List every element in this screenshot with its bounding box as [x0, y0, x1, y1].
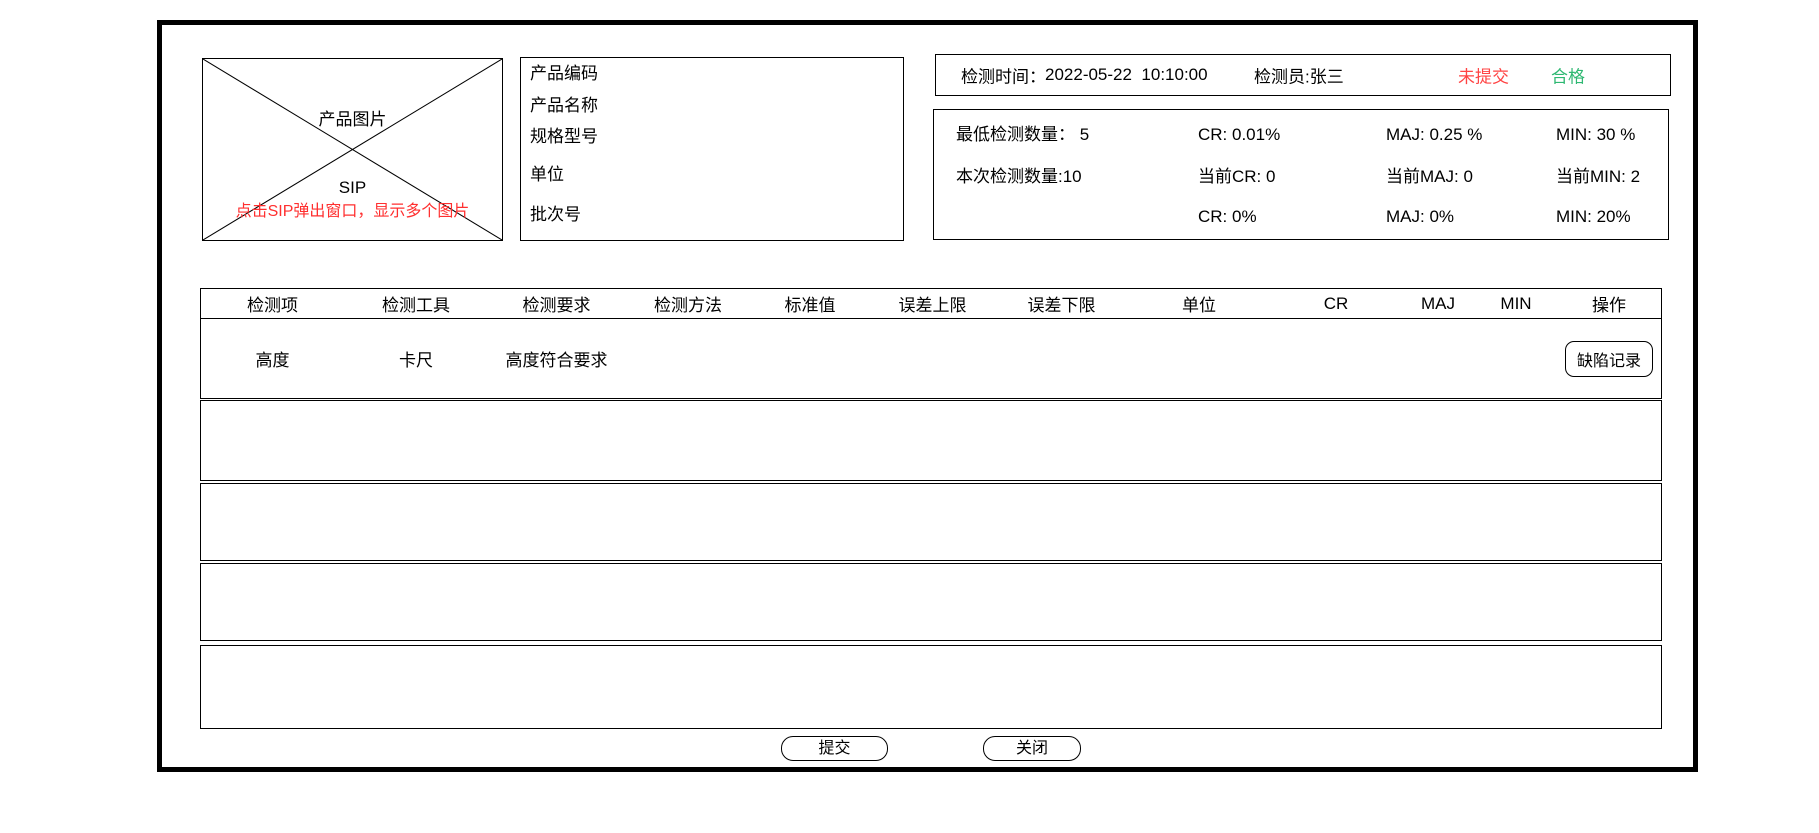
cell-requirement: 高度符合要求 [488, 346, 625, 371]
field-label-spec-model: 规格型号 [530, 126, 598, 148]
table-row: 高度 卡尺 高度符合要求 缺陷记录 [201, 319, 1661, 398]
field-label-product-code: 产品编码 [530, 63, 598, 85]
submit-status-badge: 未提交 [1458, 63, 1509, 88]
inspection-time-label: 检测时间： [961, 63, 1046, 88]
inspection-header-panel: 检测时间： 2022-05-22 10:10:00 检测员:张三 未提交 合格 [935, 54, 1671, 96]
inspection-time-value: 2022-05-22 10:10:00 [1045, 65, 1208, 85]
col-header-standard-value: 标准值 [751, 291, 869, 316]
col-header-action: 操作 [1557, 291, 1661, 316]
sip-link[interactable]: SIP [203, 177, 502, 199]
stats-panel: 最低检测数量： 5 CR: 0.01% MAJ: 0.25 % MIN: 30 … [933, 109, 1669, 240]
field-label-unit: 单位 [530, 164, 564, 186]
col-header-unit: 单位 [1127, 291, 1271, 316]
cell-item: 高度 [201, 346, 344, 371]
stat-min-limit: MIN: 30 % [1556, 124, 1635, 146]
stat-maj-rate: MAJ: 0% [1386, 206, 1454, 228]
table-empty-row [200, 400, 1662, 481]
col-header-requirement: 检测要求 [488, 291, 625, 316]
col-header-item: 检测项 [201, 291, 344, 316]
col-header-lower-tolerance: 误差下限 [996, 291, 1127, 316]
stat-min-rate: MIN: 20% [1556, 206, 1631, 228]
col-header-min: MIN [1475, 294, 1557, 314]
table-empty-row [200, 483, 1662, 561]
inspection-window: 产品图片 SIP 点击SIP弹出窗口，显示多个图片 产品编码 产品名称 规格型号… [0, 0, 1819, 833]
stat-current-min: 当前MIN: 2 [1556, 166, 1640, 188]
result-status-badge: 合格 [1551, 63, 1585, 88]
table-empty-row [200, 645, 1662, 729]
field-label-batch-no: 批次号 [530, 204, 581, 226]
stat-cr-limit: CR: 0.01% [1198, 124, 1280, 146]
product-image-placeholder[interactable]: 产品图片 SIP 点击SIP弹出窗口，显示多个图片 [202, 58, 503, 241]
submit-button[interactable]: 提交 [781, 736, 888, 761]
cell-tool: 卡尺 [344, 346, 488, 371]
stat-current-qty: 本次检测数量:10 [956, 166, 1082, 188]
col-header-cr: CR [1271, 294, 1401, 314]
col-header-method: 检测方法 [625, 291, 751, 316]
stat-min-required-qty: 最低检测数量： 5 [956, 124, 1089, 146]
product-image-label: 产品图片 [203, 109, 502, 131]
inspection-table: 检测项 检测工具 检测要求 检测方法 标准值 误差上限 误差下限 单位 CR M… [200, 288, 1662, 399]
defect-record-button[interactable]: 缺陷记录 [1565, 341, 1653, 377]
stat-maj-limit: MAJ: 0.25 % [1386, 124, 1482, 146]
sip-hint-text: 点击SIP弹出窗口，显示多个图片 [203, 201, 502, 223]
inspector-name: 检测员:张三 [1254, 63, 1344, 88]
col-header-maj: MAJ [1401, 294, 1475, 314]
stat-cr-rate: CR: 0% [1198, 206, 1257, 228]
stat-current-maj: 当前MAJ: 0 [1386, 166, 1473, 188]
col-header-tool: 检测工具 [344, 291, 488, 316]
close-button[interactable]: 关闭 [983, 736, 1081, 761]
table-empty-row [200, 563, 1662, 641]
table-header-row: 检测项 检测工具 检测要求 检测方法 标准值 误差上限 误差下限 单位 CR M… [201, 289, 1661, 319]
product-info-panel: 产品编码 产品名称 规格型号 单位 批次号 [520, 57, 904, 241]
stat-current-cr: 当前CR: 0 [1198, 166, 1275, 188]
cell-action: 缺陷记录 [1557, 341, 1661, 377]
col-header-upper-tolerance: 误差上限 [869, 291, 996, 316]
field-label-product-name: 产品名称 [530, 95, 598, 117]
